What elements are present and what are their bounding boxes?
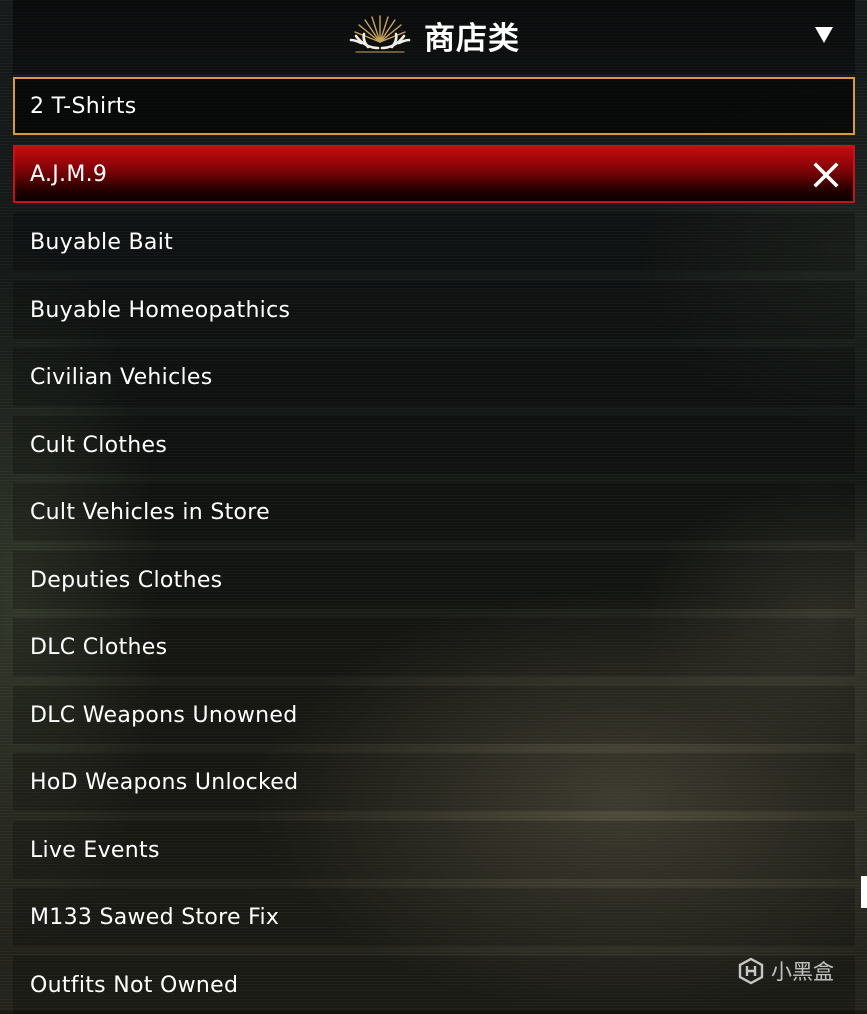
list-item-label: Civilian Vehicles [30, 364, 213, 390]
category-panel: 商店类 2 T-Shirts A.J.M.9 Buyable Bait Buya… [13, 0, 855, 1014]
list-item-label: A.J.M.9 [30, 161, 108, 187]
list-item[interactable]: Live Events [13, 821, 855, 879]
list-item[interactable]: M133 Sawed Store Fix [13, 888, 855, 946]
list-item-label: Cult Vehicles in Store [30, 499, 270, 525]
list-item[interactable]: 2 T-Shirts [13, 77, 855, 135]
header-title-group: 商店类 [348, 12, 520, 58]
list-item-label: Buyable Homeopathics [30, 297, 291, 323]
list-item[interactable]: Buyable Homeopathics [13, 281, 855, 339]
list-item[interactable]: Deputies Clothes [13, 551, 855, 609]
list-item-label: Buyable Bait [30, 229, 174, 255]
list-item-label: 2 T-Shirts [30, 93, 137, 119]
list-item-label: DLC Weapons Unowned [30, 702, 298, 728]
heybox-logo-icon [738, 957, 764, 985]
triangle-down-icon[interactable] [815, 27, 833, 43]
list-item[interactable]: Outfits Not Owned [13, 956, 855, 1014]
watermark-text: 小黑盒 [771, 960, 834, 984]
list-item-label: Cult Clothes [30, 432, 168, 458]
list-item-label: Live Events [30, 837, 160, 863]
category-dropdown-header[interactable]: 商店类 [13, 0, 855, 74]
list-item-label: Outfits Not Owned [30, 972, 239, 998]
list-item-label: M133 Sawed Store Fix [30, 904, 280, 930]
list-item-selected[interactable]: A.J.M.9 [13, 145, 855, 203]
list-item-label: Deputies Clothes [30, 567, 223, 593]
list-item[interactable]: HoD Weapons Unlocked [13, 753, 855, 811]
page-title: 商店类 [424, 20, 520, 57]
list-item-label: DLC Clothes [30, 634, 168, 660]
scrollbar-thumb[interactable] [861, 876, 867, 908]
antler-emblem-icon [349, 15, 411, 53]
list-item[interactable]: Cult Clothes [13, 416, 855, 474]
list-item-label: HoD Weapons Unlocked [30, 769, 299, 795]
list-item[interactable]: DLC Weapons Unowned [13, 686, 855, 744]
list-item[interactable]: Cult Vehicles in Store [13, 483, 855, 541]
watermark: 小黑盒 [737, 956, 834, 986]
list-item[interactable]: Buyable Bait [13, 213, 855, 271]
close-icon[interactable] [813, 162, 839, 188]
list-item[interactable]: DLC Clothes [13, 618, 855, 676]
list-item[interactable]: Civilian Vehicles [13, 348, 855, 406]
